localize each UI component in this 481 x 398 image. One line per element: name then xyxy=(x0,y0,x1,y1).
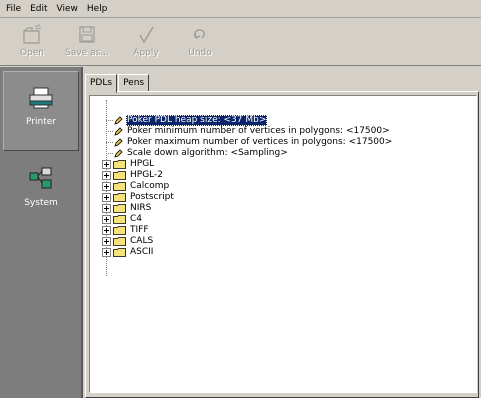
setting-scale-down[interactable]: Scale down algorithm: <Sampling> xyxy=(126,148,289,159)
undo-icon xyxy=(194,29,205,39)
folder-icon xyxy=(113,160,126,169)
pencil-icon xyxy=(114,149,123,158)
folder-icon xyxy=(113,204,126,213)
folder-icon xyxy=(113,171,126,180)
tree-setting-row[interactable]: Poker PDL heap size: <37 Mb> xyxy=(106,115,268,126)
open-label: Open xyxy=(19,48,45,58)
tree-setting-row[interactable]: Poker minimum number of vertices in poly… xyxy=(106,126,391,137)
tree-folder-row[interactable]: Calcomp xyxy=(102,181,170,192)
tree-folder-row[interactable]: C4 xyxy=(102,214,143,225)
folder-icon xyxy=(113,215,126,224)
sidebar-label-system: System xyxy=(24,198,58,208)
pencil-icon xyxy=(114,127,123,136)
tree-folder-row[interactable]: Postscript xyxy=(102,192,175,203)
menu-help[interactable]: Help xyxy=(84,0,114,18)
pencil-icon xyxy=(114,116,123,125)
tree-folder-row[interactable]: CALS xyxy=(102,236,154,247)
undo-label: Undo xyxy=(188,48,212,58)
save-icon xyxy=(79,26,95,43)
folder-icon xyxy=(113,237,126,246)
folder-hpgl-2[interactable]: HPGL-2 xyxy=(129,170,164,181)
folder-icon xyxy=(113,226,126,235)
tree-folder-row[interactable]: TIFF xyxy=(102,225,150,236)
pencil-icon xyxy=(114,138,123,147)
expand-icon[interactable] xyxy=(102,160,111,169)
expand-icon[interactable] xyxy=(102,248,111,257)
main-content: PDLs Pens Poker PDL heap size: <37 Mb> P… xyxy=(85,67,481,398)
apply-button[interactable]: Apply xyxy=(124,22,168,62)
tree-folder-row[interactable]: HPGL xyxy=(102,159,155,170)
expand-icon[interactable] xyxy=(102,226,111,235)
menu-bar: File Edit View Help xyxy=(0,0,481,18)
tree-setting-row[interactable]: Poker maximum number of vertices in poly… xyxy=(106,137,393,148)
open-folder-icon xyxy=(23,24,42,44)
open-button[interactable]: Open xyxy=(10,22,54,62)
folder-icon xyxy=(113,193,126,202)
setting-max-vertices[interactable]: Poker maximum number of vertices in poly… xyxy=(126,137,393,148)
save-as-label: Save as... xyxy=(65,48,109,58)
folder-cals[interactable]: CALS xyxy=(129,236,154,247)
tree-folder-row[interactable]: HPGL-2 xyxy=(102,170,164,181)
tab-pens[interactable]: Pens xyxy=(118,74,150,92)
expand-icon[interactable] xyxy=(102,215,111,224)
sidebar-label-printer: Printer xyxy=(26,117,56,127)
pdl-tree[interactable]: Poker PDL heap size: <37 Mb> Poker minim… xyxy=(89,95,477,393)
expand-icon[interactable] xyxy=(102,193,111,202)
tree-connector xyxy=(106,120,113,121)
tree-folder-row[interactable]: ASCII xyxy=(102,247,154,258)
printer-icon xyxy=(29,87,53,109)
folder-calcomp[interactable]: Calcomp xyxy=(129,181,170,192)
tab-pdls[interactable]: PDLs xyxy=(85,74,118,93)
tree-folder-row[interactable]: NIRS xyxy=(102,203,152,214)
expand-icon[interactable] xyxy=(102,182,111,191)
tree-connector xyxy=(106,131,113,132)
folder-nirs[interactable]: NIRS xyxy=(129,203,152,214)
sidebar-item-printer[interactable]: Printer xyxy=(3,71,79,151)
folder-tiff[interactable]: TIFF xyxy=(129,225,150,236)
sidebar-item-system[interactable]: System xyxy=(3,159,79,239)
folder-icon xyxy=(113,248,126,257)
tree-connector xyxy=(106,153,113,154)
expand-icon[interactable] xyxy=(102,237,111,246)
network-icon xyxy=(29,167,52,189)
apply-label: Apply xyxy=(133,48,159,58)
folder-c4[interactable]: C4 xyxy=(129,214,143,225)
tab-panel: Poker PDL heap size: <37 Mb> Poker minim… xyxy=(85,91,479,398)
menu-view[interactable]: View xyxy=(54,0,84,18)
folder-postscript[interactable]: Postscript xyxy=(129,192,175,203)
tab-bar: PDLs Pens xyxy=(85,74,150,93)
expand-icon[interactable] xyxy=(102,171,111,180)
folder-ascii[interactable]: ASCII xyxy=(129,247,154,258)
folder-hpgl[interactable]: HPGL xyxy=(129,159,155,170)
toolbar: Open Save as... Apply Undo xyxy=(0,19,481,66)
setting-min-vertices[interactable]: Poker minimum number of vertices in poly… xyxy=(126,126,391,137)
tree-connector xyxy=(106,142,113,143)
undo-button[interactable]: Undo xyxy=(178,22,222,62)
setting-heap-size[interactable]: Poker PDL heap size: <37 Mb> xyxy=(126,115,268,126)
expand-icon[interactable] xyxy=(102,204,111,213)
menu-file[interactable]: File xyxy=(3,0,27,18)
sidebar: Printer System xyxy=(0,67,83,398)
tree-setting-row[interactable]: Scale down algorithm: <Sampling> xyxy=(106,148,289,159)
folder-icon xyxy=(113,182,126,191)
save-as-button[interactable]: Save as... xyxy=(65,22,109,62)
menu-edit[interactable]: Edit xyxy=(27,0,53,18)
checkmark-icon xyxy=(139,26,154,44)
